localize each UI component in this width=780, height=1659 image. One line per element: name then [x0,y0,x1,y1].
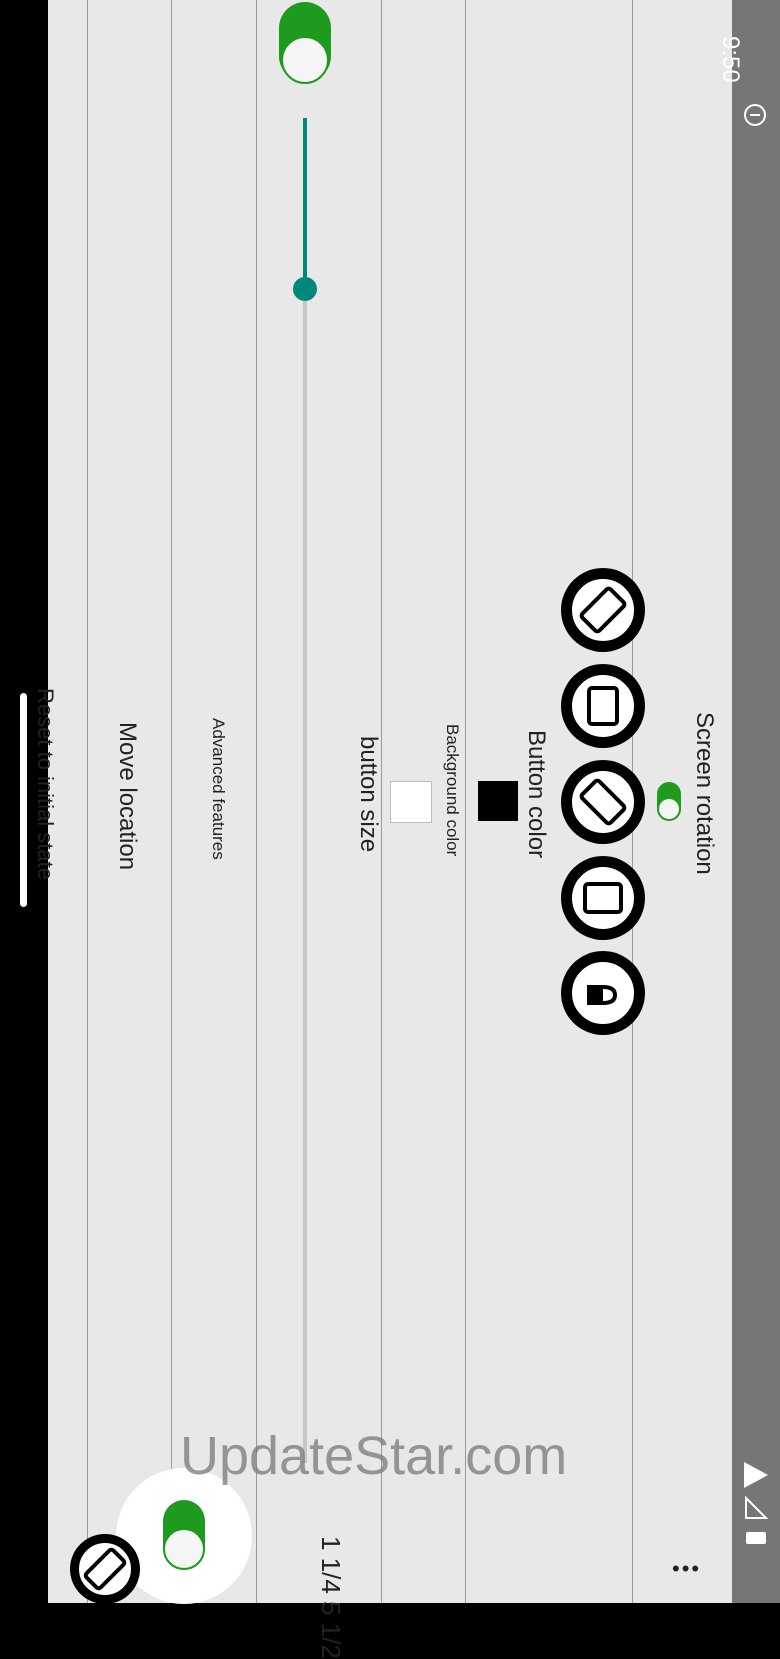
more-menu-icon[interactable]: ••• [672,1558,702,1580]
screen-rotation-title: Screen rotation [691,712,718,875]
wifi-icon [744,1462,768,1488]
slider-thumb[interactable] [293,277,317,301]
move-location-label[interactable]: Move location [114,722,141,870]
signal-icon [744,1495,769,1520]
toggle-thumb [281,36,329,84]
portrait-icon [583,882,623,914]
auto-rotate-icon [579,586,627,634]
rotation-lock-button[interactable] [561,951,645,1035]
slider-active-track [303,118,307,288]
portrait-button[interactable] [561,856,645,940]
landscape-icon [587,686,619,726]
toggle-thumb [657,797,681,821]
floating-rotate-button[interactable] [70,1534,140,1604]
advanced-features-label[interactable]: Advanced features [209,718,228,860]
status-bar: 9:50 ••• [672,0,780,1603]
landscape-button[interactable] [561,664,645,748]
do-not-disturb-icon [744,104,766,126]
watermark: UpdateStar.com [180,1426,568,1486]
button-size-label: button size [355,736,382,853]
divider [171,0,172,1603]
status-time: 9:50 [717,36,744,83]
button-color-label: Button color [523,730,550,859]
slider-track [303,118,307,1463]
auto-rotate-button[interactable] [561,568,645,652]
battery-icon [746,1532,766,1544]
background-color-label: Background color [443,724,462,857]
rotation-lock-icon [587,985,618,1005]
floating-rotate-icon [83,1547,127,1591]
rotate-diagonal-icon [579,778,627,826]
rotate-diagonal-button[interactable] [561,760,645,844]
button-color-swatch[interactable] [478,781,518,821]
background-color-swatch[interactable] [390,781,432,823]
divider [465,0,466,1603]
reset-label[interactable]: Reset to initial state [33,688,58,880]
toggle-thumb [163,1528,205,1570]
floating-value: 1 1/4 5 1/2 [316,1536,346,1659]
divider [87,0,88,1603]
divider [256,0,257,1603]
navigation-handle[interactable] [20,693,27,907]
reset-clip: Reset to initial state [30,688,58,916]
